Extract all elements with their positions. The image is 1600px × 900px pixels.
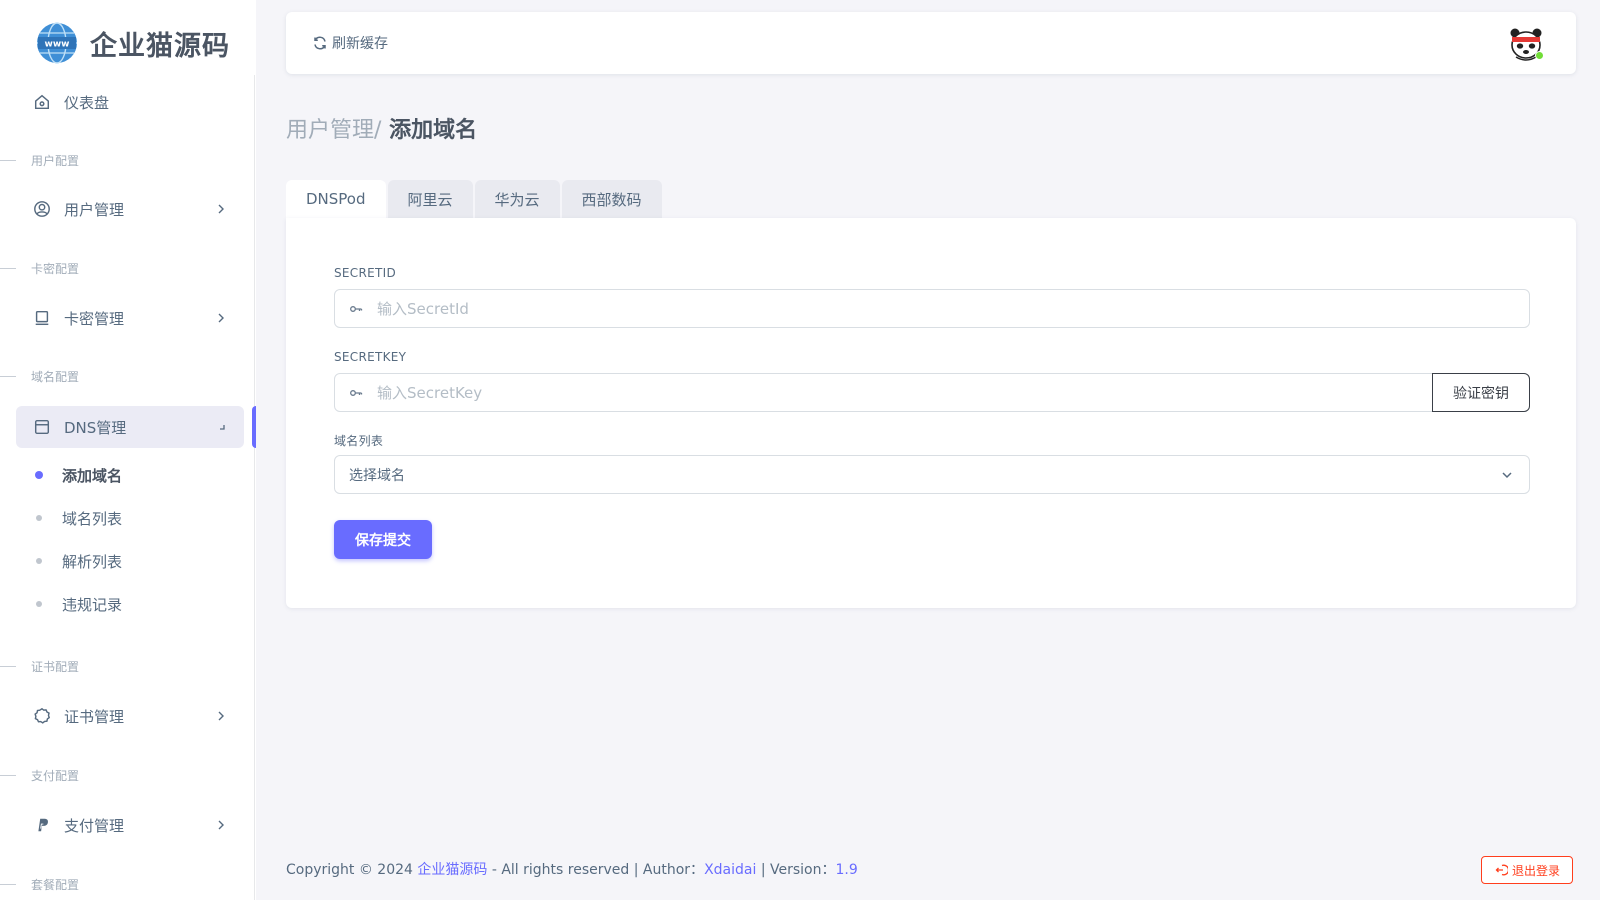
sidebar-subitem-resolve-list[interactable]: 解析列表 — [36, 546, 122, 576]
page-title-current: 添加域名 — [389, 118, 478, 143]
tab-dnspod[interactable]: DNSPod — [286, 180, 386, 218]
svg-text:www: www — [45, 40, 70, 50]
key-icon — [335, 374, 377, 411]
bullet-icon — [36, 558, 42, 564]
online-status-dot — [1535, 51, 1544, 60]
paypal-icon — [32, 815, 52, 835]
menu-header: 卡密配置 — [0, 258, 79, 278]
refresh-icon — [314, 36, 326, 50]
sidebar-subitem-add-domain[interactable]: 添加域名 — [35, 460, 122, 490]
sidebar-scrollbar[interactable] — [254, 75, 255, 900]
verify-key-button[interactable]: 验证密钥 — [1432, 373, 1530, 412]
brand[interactable]: www 企业猫源码 — [36, 22, 230, 64]
window-icon — [32, 417, 52, 437]
bullet-icon — [36, 515, 42, 521]
footer-site-link[interactable]: 企业猫源码 — [417, 862, 487, 878]
menu-header: 支付配置 — [0, 765, 79, 785]
brand-name: 企业猫源码 — [90, 30, 230, 62]
chevron-down-icon — [220, 425, 225, 430]
tab-huaweicloud[interactable]: 华为云 — [474, 180, 560, 218]
sidebar-item-label: 支付管理 — [64, 816, 125, 835]
secretkey-label: SECRETKEY — [334, 350, 407, 364]
secretkey-input-group: 验证密钥 — [334, 373, 1530, 412]
user-avatar[interactable] — [1508, 26, 1544, 62]
secretkey-input[interactable] — [377, 374, 1432, 411]
footer: Copyright © 2024 企业猫源码 - All rights rese… — [286, 862, 858, 878]
sidebar-item-label: DNS管理 — [64, 418, 127, 437]
tab-aliyun[interactable]: 阿里云 — [387, 180, 473, 218]
key-icon — [335, 290, 377, 327]
menu-header: 套餐配置 — [0, 874, 79, 894]
sidebar-item-user-management[interactable]: 用户管理 — [16, 188, 244, 230]
tab-west-digital[interactable]: 西部数码 — [561, 180, 662, 218]
provider-tabs: DNSPod 阿里云 华为云 西部数码 — [286, 180, 662, 218]
sidebar-item-dns-management[interactable]: DNS管理 — [16, 406, 244, 448]
sidebar-item-label: 卡密管理 — [64, 309, 125, 328]
sidebar-item-cert-management[interactable]: 证书管理 — [16, 695, 244, 737]
chevron-right-icon — [218, 204, 224, 214]
chevron-right-icon — [218, 820, 224, 830]
chevron-down-icon — [1502, 472, 1512, 479]
chevron-right-icon — [218, 313, 224, 323]
domain-select-value: 选择域名 — [349, 467, 405, 484]
sidebar-item-dashboard[interactable]: 仪表盘 — [16, 81, 244, 123]
sidebar-item-card-management[interactable]: 卡密管理 — [16, 297, 244, 339]
footer-version-link[interactable]: 1.9 — [835, 862, 857, 878]
logout-button[interactable]: 退出登录 — [1481, 856, 1574, 884]
certificate-circle-icon — [32, 706, 52, 726]
sidebar-subitem-domain-list[interactable]: 域名列表 — [36, 503, 122, 533]
breadcrumb: 用户管理/ — [286, 118, 382, 143]
user-circle-icon — [32, 199, 52, 219]
globe-www-icon: www — [37, 22, 77, 64]
bullet-icon — [36, 601, 42, 607]
add-domain-form-card: SECRETID SECRETKEY 验证密钥 域名列表 选择域名 保存提交 — [286, 218, 1576, 608]
menu-header: 域名配置 — [0, 366, 79, 386]
menu-header: 用户配置 — [0, 150, 79, 170]
top-navbar: 刷新缓存 — [286, 12, 1576, 74]
bullet-icon — [35, 471, 43, 479]
home-icon — [32, 92, 52, 112]
logout-icon — [1495, 864, 1508, 876]
sidebar-item-label: 用户管理 — [64, 200, 125, 219]
sidebar-subitem-violation-records[interactable]: 违规记录 — [36, 589, 122, 619]
sidebar-item-label: 证书管理 — [64, 707, 125, 726]
chevron-right-icon — [218, 711, 224, 721]
sidebar: www 企业猫源码 仪表盘 用户配置 用户管理 卡密配置 卡密管理 域名配置 D… — [0, 0, 256, 900]
secretid-input-group — [334, 289, 1530, 328]
save-submit-button[interactable]: 保存提交 — [334, 520, 432, 559]
sidebar-item-payment-management[interactable]: 支付管理 — [16, 804, 244, 846]
domain-list-label: 域名列表 — [334, 434, 384, 448]
sidebar-item-label: 仪表盘 — [64, 93, 110, 112]
active-indicator — [252, 406, 256, 448]
secretid-input[interactable] — [377, 290, 1529, 327]
laptop-icon — [32, 308, 52, 328]
refresh-cache-button[interactable]: 刷新缓存 — [312, 12, 388, 74]
domain-select[interactable]: 选择域名 — [334, 455, 1530, 494]
menu-header: 证书配置 — [0, 656, 79, 676]
page-title: 用户管理/ 添加域名 — [286, 112, 477, 144]
footer-author-link[interactable]: Xdaidai — [704, 862, 756, 878]
secretid-label: SECRETID — [334, 266, 397, 280]
